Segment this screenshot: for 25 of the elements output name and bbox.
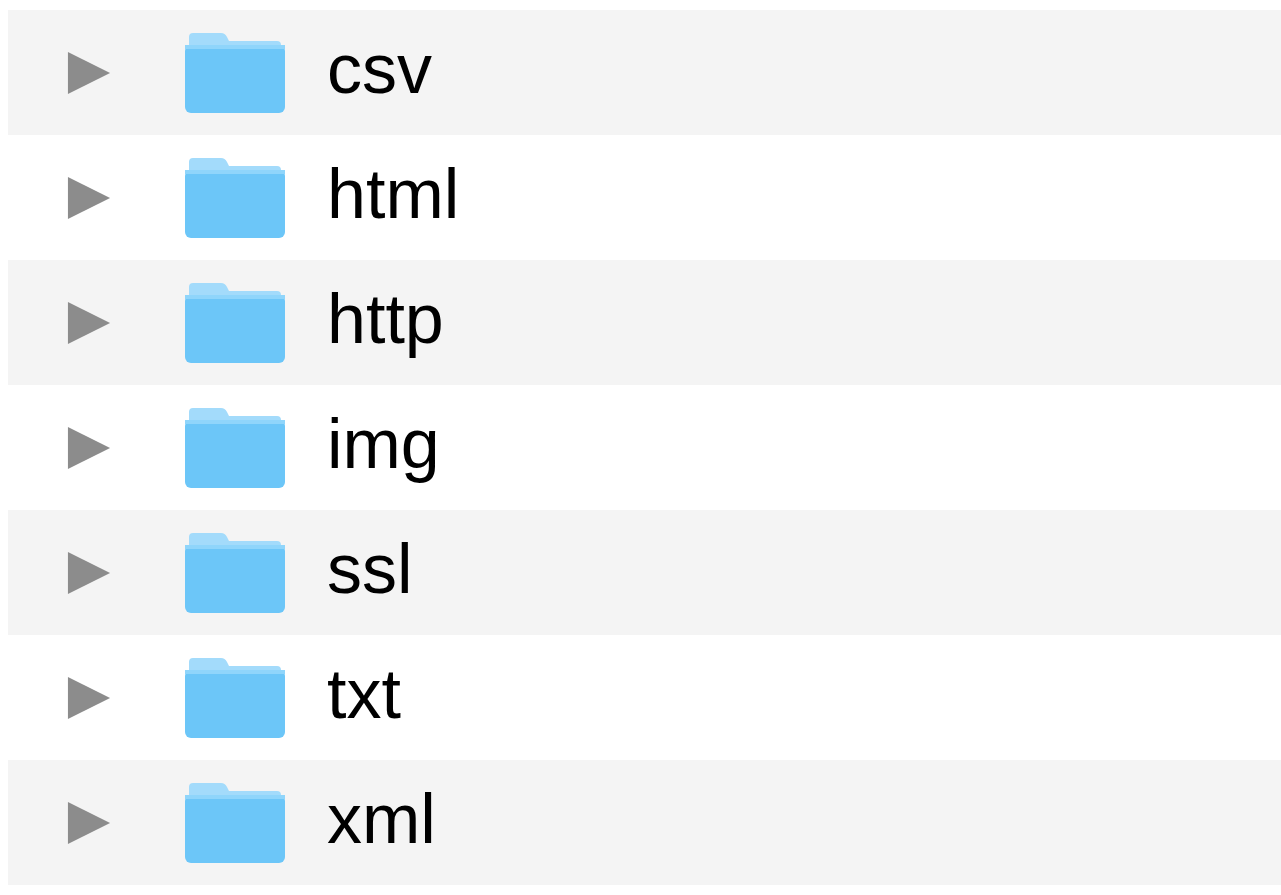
folder-icon <box>185 657 285 738</box>
disclosure-triangle-icon[interactable] <box>66 799 112 846</box>
folder-icon <box>185 157 285 238</box>
disclosure-triangle-icon[interactable] <box>66 424 112 471</box>
folder-icon <box>185 532 285 613</box>
disclosure-triangle-icon[interactable] <box>66 299 112 346</box>
folder-name: img <box>327 408 440 485</box>
folder-name: txt <box>327 658 401 735</box>
folder-name: xml <box>327 783 436 860</box>
folder-icon <box>185 782 285 863</box>
folder-row[interactable]: ssl <box>8 510 1281 635</box>
disclosure-triangle-icon[interactable] <box>66 549 112 596</box>
folder-row[interactable]: http <box>8 260 1281 385</box>
folder-name: ssl <box>327 533 413 610</box>
folder-icon <box>185 32 285 113</box>
disclosure-triangle-icon[interactable] <box>66 174 112 221</box>
folder-row[interactable]: xml <box>8 760 1281 885</box>
folder-icon <box>185 282 285 363</box>
folder-name: html <box>327 158 460 235</box>
folder-icon <box>185 407 285 488</box>
folder-row[interactable]: csv <box>8 10 1281 135</box>
folder-name: http <box>327 283 444 360</box>
disclosure-triangle-icon[interactable] <box>66 49 112 96</box>
disclosure-triangle-icon[interactable] <box>66 674 112 721</box>
folder-name: csv <box>327 33 432 110</box>
